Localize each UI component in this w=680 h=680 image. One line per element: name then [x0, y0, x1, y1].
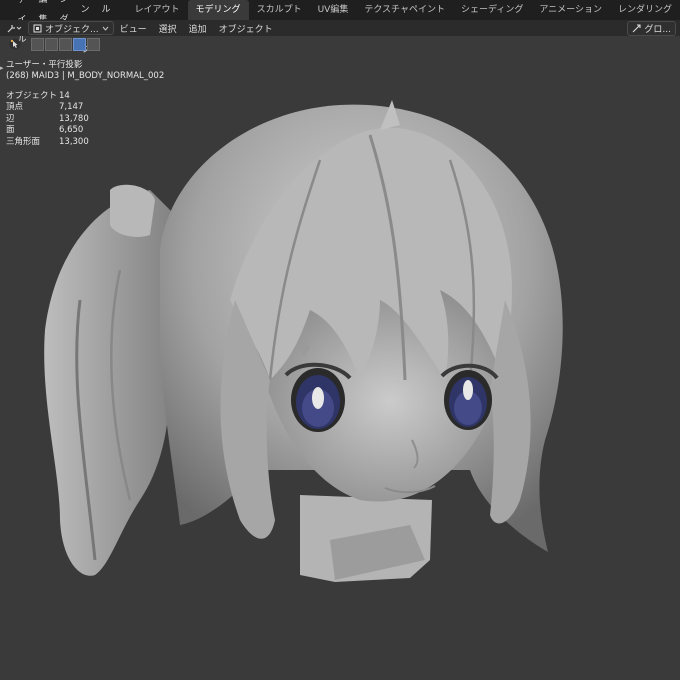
menu-add[interactable]: 追加 — [183, 22, 213, 35]
tab-rendering[interactable]: レンダリング — [610, 0, 680, 20]
stat-value: 13,300 — [59, 136, 89, 147]
transform-orientation-select[interactable]: グロ... — [627, 21, 676, 36]
selection-mode-group — [31, 37, 100, 51]
tab-texture-paint[interactable]: テクスチャペイント — [356, 0, 453, 20]
stat-label: 面 — [6, 125, 15, 136]
stat-label: 辺 — [6, 113, 15, 124]
chevron-down-icon — [102, 26, 108, 31]
top-menubar: ファイル 編集 レンダー ウィンドウ ヘルプ レイアウト モデリング スカルプト… — [0, 0, 680, 55]
stat-label: オブジェクト — [6, 91, 58, 101]
tab-uv-editing[interactable]: UV編集 — [310, 0, 357, 20]
stat-row-objects: オブジェクト 14 — [6, 91, 89, 102]
stat-label: 頂点 — [6, 102, 24, 113]
viewport-header: オブジェク... ビュー 選択 追加 オブジェクト グロ... — [0, 20, 680, 36]
editor-type-icon — [7, 24, 22, 32]
tab-layout[interactable]: レイアウト — [127, 0, 188, 20]
menu-select[interactable]: 選択 — [153, 22, 183, 35]
tab-shading[interactable]: シェーディング — [453, 0, 531, 20]
menu-object[interactable]: オブジェクト — [213, 22, 279, 35]
stat-value: 14 — [59, 91, 70, 101]
workspace-tabs: レイアウト モデリング スカルプト UV編集 テクスチャペイント シェーディング… — [127, 0, 680, 20]
stat-row-vertices: 頂点 7,147 — [6, 102, 89, 113]
select-mode-intersect-icon[interactable] — [87, 37, 100, 51]
select-cursor-icon[interactable] — [9, 38, 21, 50]
scene-statistics: オブジェクト 14 頂点 7,147 辺 13,780 面 6,650 三角形面… — [6, 91, 89, 148]
stat-row-edges: 辺 13,780 — [6, 114, 89, 125]
select-mode-invert-icon[interactable] — [73, 37, 86, 51]
tail-tie-mesh — [110, 184, 155, 237]
mode-label: オブジェク... — [45, 24, 99, 35]
stat-value: 13,780 — [59, 113, 89, 124]
stat-row-triangles: 三角形面 13,300 — [6, 137, 89, 148]
object-mode-icon — [33, 24, 42, 32]
editor-type-button[interactable] — [6, 23, 22, 34]
select-mode-subtract-icon[interactable] — [59, 37, 72, 51]
globe-icon — [633, 24, 641, 33]
sidebar-toggle-icon[interactable]: ▸ — [0, 64, 4, 72]
tool-settings-row — [0, 36, 680, 52]
stat-row-faces: 面 6,650 — [6, 125, 89, 136]
select-mode-extend-icon[interactable] — [45, 37, 58, 51]
viewport-overlay-info: ユーザー・平行投影 (268) MAID3 | M_BODY_NORMAL_00… — [6, 60, 164, 82]
stat-value: 6,650 — [59, 125, 84, 136]
menu-view[interactable]: ビュー — [114, 22, 153, 35]
object-mode-select[interactable]: オブジェク... — [28, 21, 114, 35]
select-mode-set-icon[interactable] — [31, 37, 44, 51]
tab-modeling[interactable]: モデリング — [187, 0, 249, 20]
object-info: (268) MAID3 | M_BODY_NORMAL_002 — [6, 71, 165, 81]
3d-viewport[interactable] — [0, 52, 680, 680]
stat-label: 三角形面 — [6, 136, 41, 147]
view-name: ユーザー・平行投影 — [6, 60, 83, 70]
stat-value: 7,147 — [59, 102, 84, 113]
tab-animation[interactable]: アニメーション — [531, 0, 610, 20]
tab-sculpt[interactable]: スカルプト — [249, 0, 310, 20]
orientation-label: グロ... — [644, 25, 671, 35]
